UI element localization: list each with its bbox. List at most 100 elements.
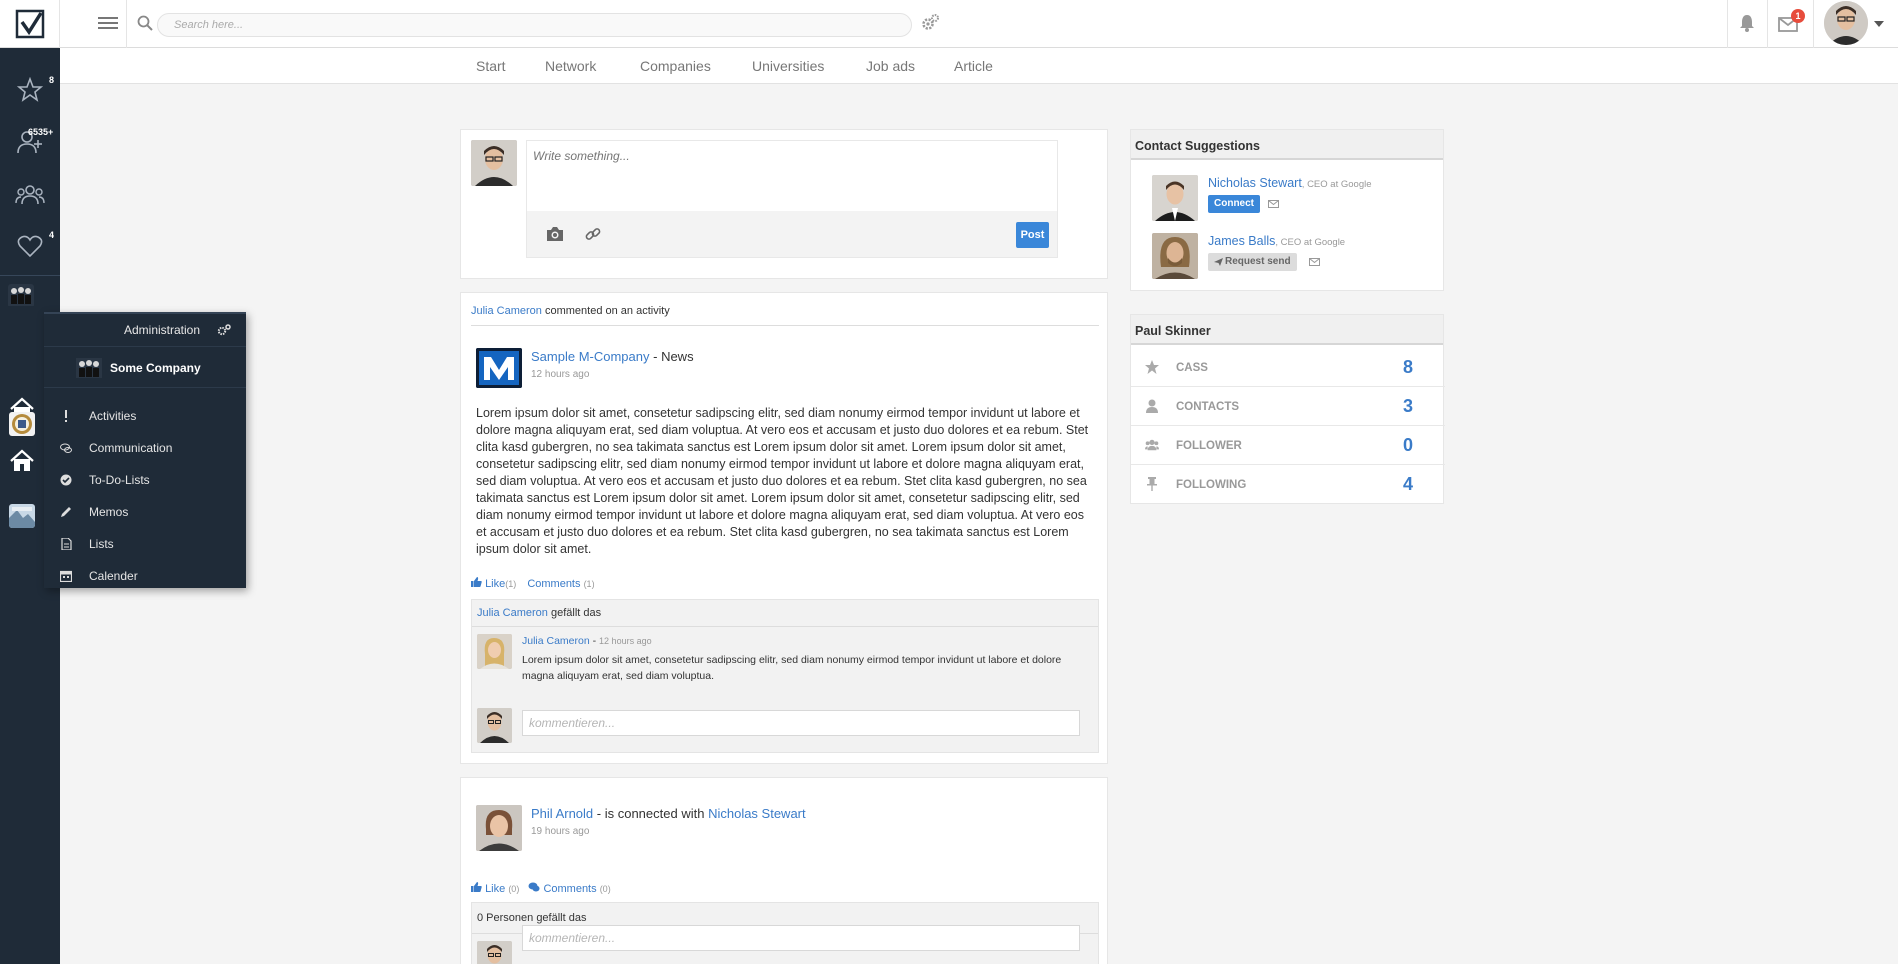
divider [126,0,127,48]
target-link[interactable]: Nicholas Stewart [708,806,806,821]
comments-section: Julia Cameron gefällt das Julia Cameron … [471,599,1099,753]
company-logo[interactable] [476,348,522,388]
menu-item-lists[interactable]: Lists [44,528,246,560]
user-avatar-image [477,941,512,964]
notifications-bell-icon[interactable] [1738,13,1756,33]
comments-button[interactable]: Comments (1) [527,578,594,590]
divider [1727,0,1728,48]
activity-time: 12 hours ago [531,369,590,380]
comment-author-link[interactable]: Julia Cameron [522,635,590,647]
menu-item-communication[interactable]: Communication [44,432,246,464]
tab-article[interactable]: Article [954,58,993,74]
document-icon [61,538,72,550]
university-seal-image [9,412,35,436]
settings-gears-icon[interactable] [217,323,231,337]
stat-row-follower[interactable]: FOLLOWER 0 [1131,426,1445,465]
liked-by-link[interactable]: Julia Cameron [477,607,548,619]
sidebar-item-contacts[interactable] [0,116,60,168]
menu-item-activities[interactable]: Activities [44,400,246,432]
tab-network[interactable]: Network [545,58,596,74]
menu-title: Administration [124,323,201,337]
university-logo-thumb[interactable] [9,412,35,436]
commenter-avatar-image [477,634,512,669]
company-logo-thumb[interactable] [8,284,34,308]
tab-companies[interactable]: Companies [640,58,711,74]
suggestion-avatar[interactable] [1152,175,1198,221]
contact-suggestions-widget: Contact Suggestions Nicholas Stewart, CE… [1130,129,1444,291]
activity-actions: Like (0) Comments (0) [471,882,611,895]
like-button[interactable]: Like(1) [471,577,519,590]
like-button[interactable]: Like (0) [471,882,522,895]
thumbs-up-icon [471,882,482,892]
liked-by: Julia Cameron gefällt das [477,607,602,619]
suggestion-avatar[interactable] [1152,233,1198,279]
connection-text: Phil Arnold - is connected with Nicholas… [531,806,806,821]
comment-input[interactable] [522,925,1080,951]
tab-universities[interactable]: Universities [752,58,824,74]
activity-header: Julia Cameron commented on an activity [471,305,670,317]
sidebar-item-likes[interactable] [0,220,60,272]
menu-company[interactable]: Some Company [44,346,246,388]
menu-item-todo-lists[interactable]: To-Do-Lists [44,464,246,496]
calendar-icon [60,570,72,582]
company-group-image [76,358,102,378]
chevron-down-icon[interactable] [1874,21,1884,27]
commenter-avatar[interactable] [477,634,512,669]
actor-avatar[interactable] [476,805,522,851]
search-input[interactable] [157,13,912,37]
sidebar-item-favorites[interactable] [0,64,60,116]
stat-row-cass[interactable]: CASS 8 [1131,348,1445,387]
home-icon [10,449,34,471]
post-button[interactable]: Post [1016,222,1049,248]
menu-header[interactable]: Administration [44,314,246,346]
star-icon [17,77,43,102]
star-icon [1145,360,1159,374]
camera-icon[interactable] [546,226,564,242]
company-group-image [8,284,34,306]
actor-link[interactable]: Phil Arnold [531,806,593,821]
suggestion-role: , CEO at Google [1301,179,1372,190]
check-circle-icon [60,474,72,486]
project-thumb[interactable] [9,504,35,528]
tab-start[interactable]: Start [476,58,506,74]
comments-button[interactable]: Comments (0) [528,882,611,895]
connect-button[interactable]: Connect [1208,195,1260,213]
pushpin-icon [1147,477,1157,491]
likes-badge: 4 [49,230,55,240]
profile-stats-widget: Paul Skinner CASS 8 CONTACTS 3 FOLLOWER … [1130,314,1445,504]
comment-time: 12 hours ago [599,636,652,646]
suggestion-name-link[interactable]: James Balls [1208,234,1275,248]
pencil-icon [61,507,71,517]
user-avatar-image [477,708,512,743]
comment-input[interactable] [522,710,1080,736]
comment-text: Lorem ipsum dolor sit amet, consetetur s… [522,654,1062,682]
settings-gears-icon[interactable] [920,13,940,33]
group-icon [15,185,45,205]
link-icon[interactable] [585,226,601,242]
search-icon[interactable] [136,14,154,32]
suggestion-name-link[interactable]: Nicholas Stewart [1208,176,1302,190]
envelope-icon[interactable] [1268,200,1279,208]
menu-item-memos[interactable]: Memos [44,496,246,528]
post-textarea[interactable] [527,141,1057,211]
divider [0,275,60,276]
stat-row-contacts[interactable]: CONTACTS 3 [1131,387,1445,426]
menu-toggle-icon[interactable] [96,14,120,34]
divider [472,626,1098,627]
actor-link[interactable]: Julia Cameron [471,305,542,317]
sidebar-item-groups[interactable] [0,168,60,220]
app-logo[interactable] [0,0,60,48]
tab-job-ads[interactable]: Job ads [866,58,915,74]
actor-avatar-image [476,805,522,851]
composer-box: Post [526,140,1058,258]
stat-row-following[interactable]: FOLLOWING 4 [1131,465,1445,504]
company-link[interactable]: Sample M-Company [531,349,650,364]
user-avatar[interactable] [1824,1,1868,45]
current-user-avatar [477,941,512,964]
chat-bubbles-icon [528,882,540,892]
company-name: Some Company [110,361,201,375]
paper-plane-icon [1214,258,1223,266]
envelope-icon[interactable] [1309,258,1320,266]
menu-item-calender[interactable]: Calender [44,560,246,592]
thumbs-up-icon [471,577,482,587]
